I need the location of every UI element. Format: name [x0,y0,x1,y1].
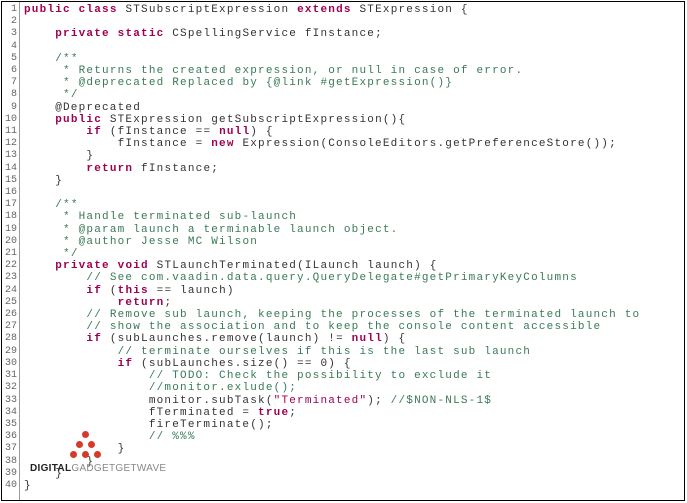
line-number: 22 [2,260,17,272]
line-number: 18 [2,211,17,223]
line-number: 29 [2,346,17,358]
code-line: public STExpression getSubscriptExpressi… [24,114,680,126]
code-line: */ [24,89,680,101]
line-number: 24 [2,285,17,297]
code-editor: 1234567891011121314151617181920212223242… [1,1,685,501]
code-line: return fInstance; [24,163,680,175]
code-line: // show the association and to keep the … [24,321,680,333]
code-line: public class STSubscriptExpression exten… [24,4,680,16]
line-number: 40 [2,480,17,492]
line-number: 15 [2,175,17,187]
line-number: 3 [2,28,17,40]
line-number: 37 [2,443,17,455]
code-line: private void STLaunchTerminated(ILaunch … [24,260,680,272]
code-line: monitor.subTask("Terminated"); //$NON-NL… [24,395,680,407]
code-line [24,187,680,199]
line-number: 38 [2,456,17,468]
code-line: @Deprecated [24,102,680,114]
code-line: * Handle terminated sub-launch [24,211,680,223]
line-number: 13 [2,150,17,162]
line-number: 4 [2,41,17,53]
line-number: 21 [2,248,17,260]
code-line: //monitor.exlude(); [24,382,680,394]
code-line: * Returns the created expression, or nul… [24,65,680,77]
line-number: 32 [2,382,17,394]
line-number: 39 [2,468,17,480]
line-number: 31 [2,370,17,382]
code-line [24,41,680,53]
code-line: // TODO: Check the possibility to exclud… [24,370,680,382]
code-line: // Remove sub launch, keeping the proces… [24,309,680,321]
code-line: // See com.vaadin.data.query.QueryDelega… [24,272,680,284]
code-line: } [24,150,680,162]
code-line: } [24,443,680,455]
code-content: public class STSubscriptExpression exten… [20,2,684,500]
code-line: if (subLaunches.size() == 0) { [24,358,680,370]
line-number: 10 [2,114,17,126]
line-number: 14 [2,163,17,175]
code-line: if (this == launch) [24,285,680,297]
line-number: 9 [2,102,17,114]
line-number: 16 [2,187,17,199]
code-line: * @author Jesse MC Wilson [24,236,680,248]
code-line [24,16,680,28]
code-line: * @param launch a terminable launch obje… [24,224,680,236]
code-line: private static CSpellingService fInstanc… [24,28,680,40]
line-number: 26 [2,309,17,321]
brand-logo-icon [70,431,102,463]
line-number: 11 [2,126,17,138]
line-number: 20 [2,236,17,248]
line-number: 1 [2,4,17,16]
line-number: 34 [2,407,17,419]
line-number: 33 [2,395,17,407]
code-line: /** [24,53,680,65]
code-line: fireTerminate(); [24,419,680,431]
line-number: 23 [2,272,17,284]
code-line: * @deprecated Replaced by {@link #getExp… [24,77,680,89]
code-line: fTerminated = true; [24,407,680,419]
line-number: 5 [2,53,17,65]
line-number: 35 [2,419,17,431]
watermark-text: DIGITALGADGETGETWAVE [30,463,166,474]
line-number: 6 [2,65,17,77]
code-line: /** [24,199,680,211]
line-number-gutter: 1234567891011121314151617181920212223242… [2,2,20,500]
code-line: */ [24,248,680,260]
line-number: 36 [2,431,17,443]
line-number: 25 [2,297,17,309]
code-line: } [24,480,680,492]
line-number: 17 [2,199,17,211]
code-line: // %%% [24,431,680,443]
line-number: 8 [2,89,17,101]
line-number: 28 [2,333,17,345]
code-line: if (fInstance == null) { [24,126,680,138]
code-line: return; [24,297,680,309]
code-line: fInstance = new Expression(ConsoleEditor… [24,138,680,150]
line-number: 30 [2,358,17,370]
line-number: 2 [2,16,17,28]
code-line: } [24,175,680,187]
line-number: 27 [2,321,17,333]
line-number: 7 [2,77,17,89]
code-line: if (subLaunches.remove(launch) != null) … [24,333,680,345]
line-number: 12 [2,138,17,150]
code-line: // terminate ourselves if this is the la… [24,346,680,358]
line-number: 19 [2,224,17,236]
